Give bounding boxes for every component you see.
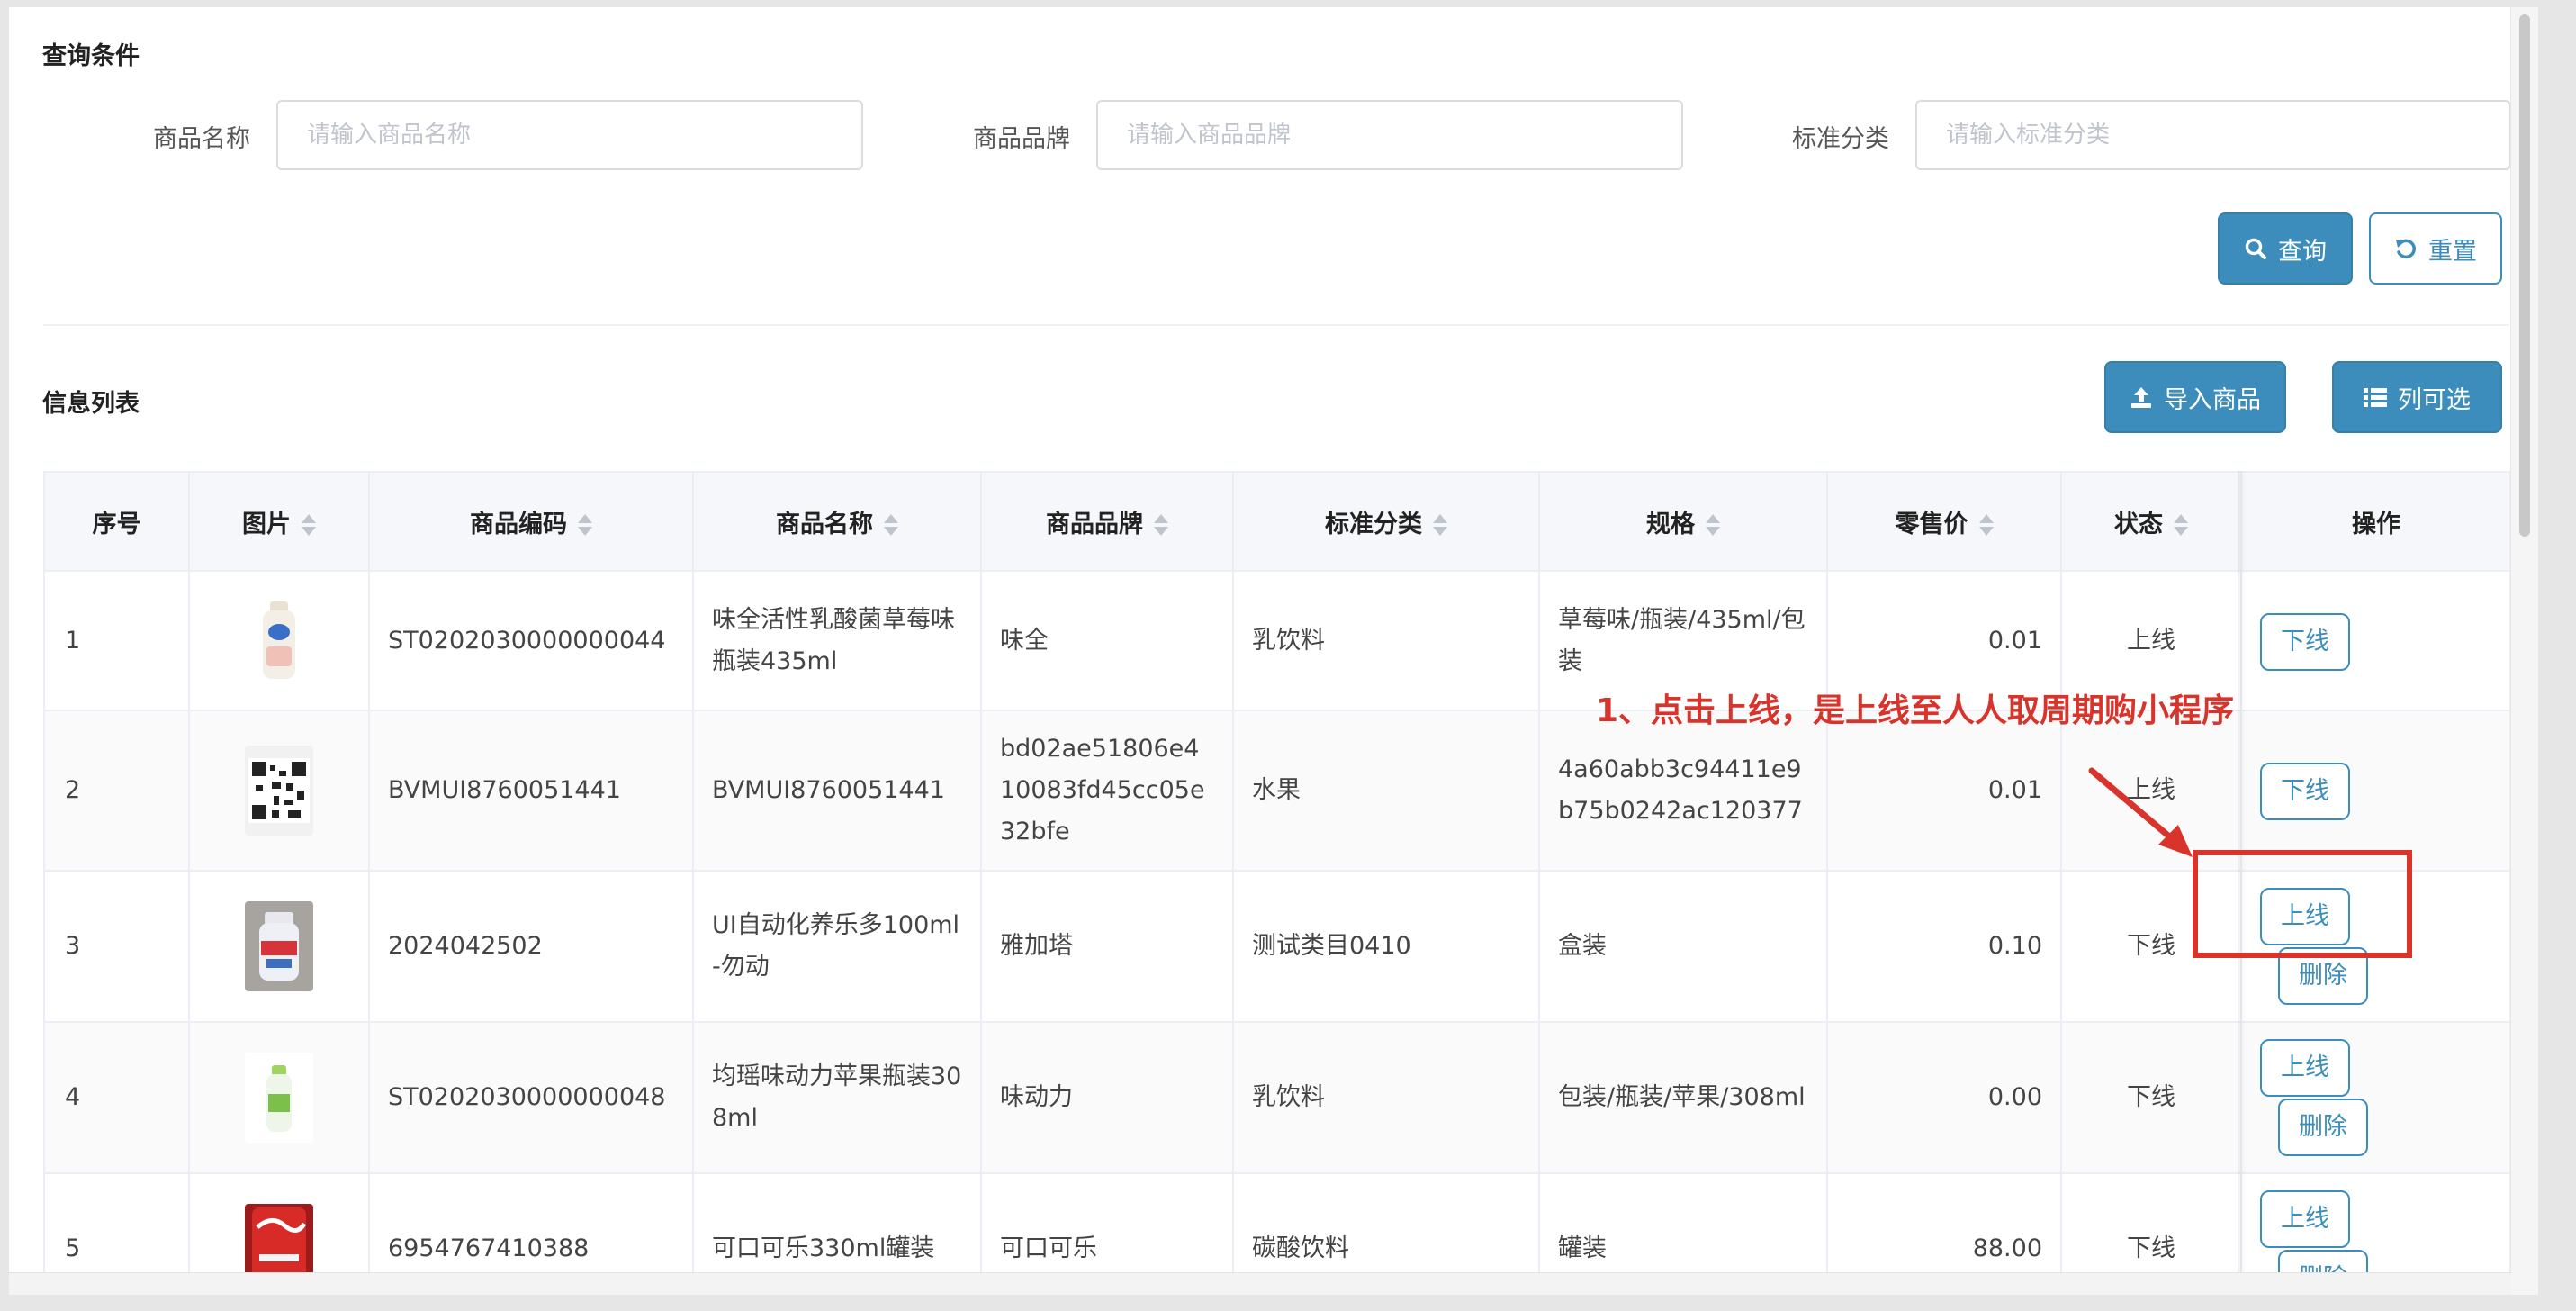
cell-image	[189, 571, 370, 711]
milk-bottle-thumbnail	[263, 601, 295, 679]
offline-button[interactable]: 下线	[2260, 763, 2350, 820]
product-name-label: 商品名称	[153, 125, 250, 153]
cell-price: 0.01	[1827, 710, 2062, 872]
online-button[interactable]: 上线	[2260, 1039, 2350, 1097]
header-name[interactable]: 商品名称	[693, 473, 982, 572]
list-section-title: 信息列表	[42, 390, 140, 418]
sort-icon[interactable]	[2174, 512, 2188, 538]
annotation-highlight-box	[2193, 850, 2412, 958]
cell-name: UI自动化养乐多100ml-勿动	[693, 871, 982, 1023]
header-price[interactable]: 零售价	[1827, 473, 2062, 572]
sort-icon[interactable]	[578, 512, 592, 538]
column-selector-label: 列可选	[2398, 385, 2471, 414]
header-status[interactable]: 状态	[2061, 473, 2242, 572]
product-brand-input[interactable]	[1096, 100, 1683, 170]
cell-name: BVMUI8760051441	[693, 710, 982, 872]
cell-image	[189, 710, 370, 872]
table-row: 4 ST0202030000000048 均瑶味动力苹果瓶装308ml 味动力 …	[45, 1022, 2509, 1174]
column-selector-button[interactable]: 列可选	[2332, 361, 2502, 433]
cell-actions: 下线	[2241, 571, 2509, 711]
cell-spec: 4a60abb3c94411e9b75b0242ac120377	[1539, 710, 1828, 872]
cell-price: 0.10	[1827, 871, 2062, 1023]
list-icon	[2364, 388, 2387, 407]
sort-icon[interactable]	[884, 512, 898, 538]
horizontal-scrollbar[interactable]	[9, 1272, 2511, 1295]
section-divider	[43, 324, 2509, 326]
header-actions: 操作	[2241, 473, 2509, 572]
import-products-button[interactable]: 导入商品	[2104, 361, 2286, 433]
cell-category: 水果	[1233, 710, 1540, 872]
refresh-icon	[2396, 239, 2416, 259]
cell-code: ST0202030000000048	[369, 1022, 694, 1174]
green-bottle-thumbnail	[245, 1053, 313, 1143]
search-button-label: 查询	[2278, 237, 2327, 266]
cell-seq: 4	[45, 1022, 190, 1174]
cell-code: ST0202030000000044	[369, 571, 694, 711]
offline-button[interactable]: 下线	[2260, 613, 2350, 671]
cell-seq: 2	[45, 710, 190, 872]
cell-code: 2024042502	[369, 871, 694, 1023]
sort-icon[interactable]	[1706, 512, 1720, 538]
cell-spec: 包装/瓶装/苹果/308ml	[1539, 1022, 1828, 1174]
cell-actions: 下线	[2241, 710, 2509, 872]
cell-code: BVMUI8760051441	[369, 710, 694, 872]
cell-name: 均瑶味动力苹果瓶装308ml	[693, 1022, 982, 1174]
yakult-bottle-thumbnail	[245, 901, 313, 991]
cell-brand: 味动力	[981, 1022, 1234, 1174]
table-header-row: 序号 图片 商品编码 商品名称 商品品牌 标准分类 规格 零售价 状态 操作	[45, 473, 2509, 572]
product-brand-label: 商品品牌	[973, 125, 1070, 153]
cell-brand: bd02ae51806e410083fd45cc05e32bfe	[981, 710, 1234, 872]
reset-button[interactable]: 重置	[2369, 212, 2502, 285]
delete-button[interactable]: 删除	[2278, 1099, 2368, 1156]
header-category[interactable]: 标准分类	[1233, 473, 1540, 572]
cell-spec: 盒装	[1539, 871, 1828, 1023]
cell-brand: 雅加塔	[981, 871, 1234, 1023]
cell-image	[189, 871, 370, 1023]
cell-image	[189, 1022, 370, 1174]
cell-category: 测试类目0410	[1233, 871, 1540, 1023]
cell-category: 乳饮料	[1233, 1022, 1540, 1174]
cell-brand: 味全	[981, 571, 1234, 711]
cell-status: 下线	[2061, 1022, 2242, 1174]
online-button[interactable]: 上线	[2260, 1190, 2350, 1248]
import-products-label: 导入商品	[2164, 385, 2261, 414]
page: 查询条件 商品名称 商品品牌 标准分类 查询 重置 信息列表 导入商品	[9, 7, 2538, 1295]
cell-seq: 3	[45, 871, 190, 1023]
table-row: 3 2024042502 UI自动化养乐多100ml-勿动 雅加塔 测试类目04…	[45, 871, 2509, 1023]
sort-icon[interactable]	[302, 512, 316, 538]
sort-icon[interactable]	[1978, 512, 1994, 538]
standard-category-input[interactable]	[1915, 100, 2511, 170]
standard-category-label: 标准分类	[1792, 125, 1889, 153]
search-button[interactable]: 查询	[2218, 212, 2353, 285]
product-table: 序号 图片 商品编码 商品名称 商品品牌 标准分类 规格 零售价 状态 操作 1	[43, 471, 2511, 1295]
sort-icon[interactable]	[1154, 512, 1168, 538]
reset-button-label: 重置	[2428, 237, 2477, 266]
header-brand[interactable]: 商品品牌	[981, 473, 1234, 572]
header-code[interactable]: 商品编码	[369, 473, 694, 572]
query-section-title: 查询条件	[42, 42, 140, 70]
header-spec[interactable]: 规格	[1539, 473, 1828, 572]
header-seq: 序号	[45, 473, 190, 572]
header-image[interactable]: 图片	[189, 473, 370, 572]
upload-icon	[2131, 387, 2151, 408]
cell-actions: 上线 删除	[2241, 1022, 2509, 1174]
search-icon	[2245, 238, 2266, 259]
vertical-scrollbar[interactable]	[2510, 7, 2538, 1295]
cell-name: 味全活性乳酸菌草莓味瓶装435ml	[693, 571, 982, 711]
cell-price: 0.00	[1827, 1022, 2062, 1174]
qr-code-thumbnail	[245, 746, 313, 836]
cell-seq: 1	[45, 571, 190, 711]
annotation-arrow-icon	[2088, 767, 2193, 857]
cell-category: 乳饮料	[1233, 571, 1540, 711]
vertical-scrollbar-thumb[interactable]	[2519, 14, 2530, 537]
annotation-text: 1、点击上线，是上线至人人取周期购小程序	[1596, 692, 2235, 729]
sort-icon[interactable]	[1433, 512, 1447, 538]
product-name-input[interactable]	[276, 100, 863, 170]
